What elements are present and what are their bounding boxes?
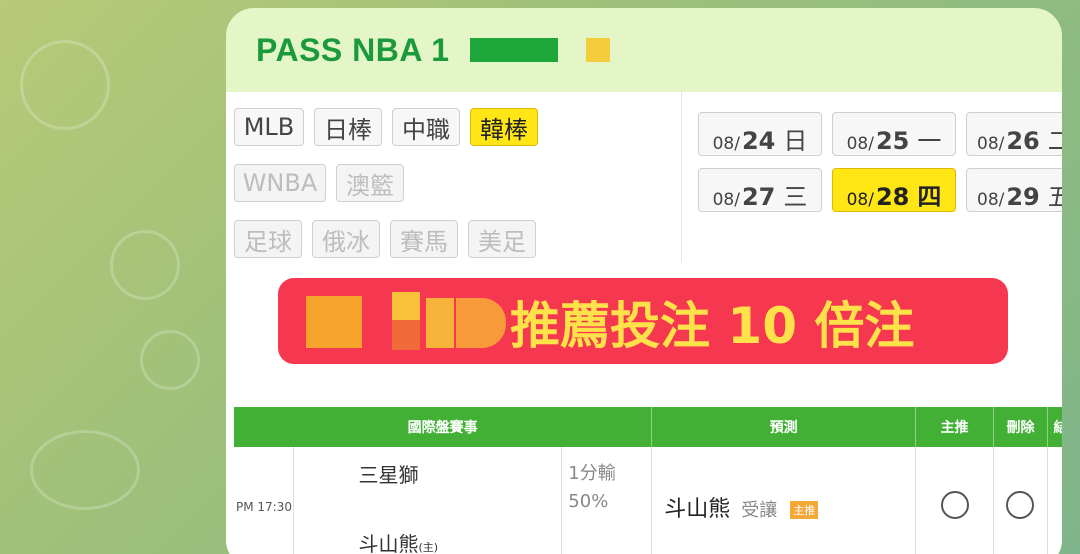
top-pick-radio[interactable] [940, 491, 969, 519]
background-doodle [20, 40, 110, 130]
home-team-cell: 斗山熊(主) [358, 528, 561, 554]
redaction-block [456, 298, 506, 348]
col-header-result: 結 [1047, 407, 1062, 447]
redaction-block [392, 292, 420, 320]
sender-name[interactable]: PASS NBA 1 [256, 32, 449, 69]
line-percent: 50% [568, 491, 609, 512]
col-header-top-pick: 主推 [915, 407, 994, 447]
date-month: 08/ [977, 190, 1005, 210]
date-button-0826[interactable]: 08/26 二 [966, 112, 1062, 156]
message-bubble[interactable]: PASS NBA 1 MLB 日棒 中職 韓棒 WNBA 澳籃 足球 俄冰 賽馬… [226, 8, 1062, 554]
sport-tab-aus-basketball[interactable]: 澳籃 [336, 164, 404, 202]
date-day: 29 [1006, 183, 1040, 211]
sport-tab-wnba[interactable]: WNBA [234, 164, 326, 202]
redaction-block [426, 298, 454, 348]
pick-team: 斗山熊 [664, 497, 731, 522]
banner-text: 推薦投注 10 倍注 [510, 297, 915, 355]
filter-divider [681, 92, 682, 262]
screenshot-image[interactable]: MLB 日棒 中職 韓棒 WNBA 澳籃 足球 俄冰 賽馬 美足 08/24 日 … [226, 92, 1062, 554]
sport-tab-npb[interactable]: 日棒 [314, 108, 382, 146]
date-day: 27 [741, 183, 776, 211]
col-header-match: 國際盤賽事 [234, 407, 653, 447]
background-doodle [110, 230, 180, 300]
home-team: 斗山熊 [358, 532, 419, 554]
sport-tab-horse-racing[interactable]: 賽馬 [390, 220, 458, 258]
date-weekday: 五 [1048, 177, 1062, 211]
redaction-block [306, 296, 362, 348]
date-month: 08/ [712, 134, 740, 154]
top-pick-badge: 主推 [790, 501, 819, 519]
prediction-cell: 斗山熊 受讓 主推 [651, 447, 917, 554]
sport-tab-soccer[interactable]: 足球 [234, 220, 302, 258]
date-button-0824[interactable]: 08/24 日 [698, 112, 822, 156]
table-row: PM 17:30 三星獅 斗山熊(主) 1分輸 50% 斗山熊 受讓 主推 [234, 447, 1062, 554]
date-weekday: 四 [917, 183, 942, 211]
col-header-prediction: 預測 [651, 407, 917, 447]
delete-cell [993, 447, 1048, 554]
date-button-0825[interactable]: 08/25 一 [832, 112, 956, 156]
date-button-0829[interactable]: 08/29 五 [966, 168, 1062, 212]
sport-tab-kbo[interactable]: 韓棒 [470, 108, 538, 146]
date-weekday: 三 [783, 183, 808, 211]
date-day: 28 [875, 183, 910, 211]
redaction-block [586, 38, 610, 62]
date-month: 08/ [712, 190, 740, 210]
game-teams: 三星獅 斗山熊(主) [293, 447, 563, 554]
sport-tab-cpbl[interactable]: 中職 [392, 108, 460, 146]
sport-tab-mlb[interactable]: MLB [234, 108, 304, 146]
table-header-row: 國際盤賽事 預測 主推 刪除 結 [234, 407, 1062, 447]
date-weekday: 日 [783, 127, 808, 155]
games-table: 國際盤賽事 預測 主推 刪除 結 PM 17:30 三星獅 斗山熊(主) 1分輸 [234, 407, 1062, 554]
sport-tab-russian-hockey[interactable]: 俄冰 [312, 220, 380, 258]
away-team: 三星獅 [358, 463, 419, 487]
date-day: 26 [1006, 127, 1040, 155]
delete-radio[interactable] [1006, 491, 1035, 519]
date-day: 25 [875, 127, 910, 155]
pick-type: 受讓 [741, 500, 778, 521]
home-marker: (主) [418, 541, 439, 554]
date-button-0827[interactable]: 08/27 三 [698, 168, 822, 212]
date-month: 08/ [846, 190, 874, 210]
background-doodle [30, 430, 140, 510]
col-header-delete: 刪除 [993, 407, 1048, 447]
redaction-block [470, 38, 558, 62]
date-weekday: 二 [1048, 121, 1062, 155]
game-line: 1分輸 50% [561, 447, 653, 554]
background-doodle [140, 330, 200, 390]
result-cell [1047, 447, 1062, 554]
redaction-block [392, 320, 420, 350]
date-day: 24 [741, 127, 776, 155]
date-month: 08/ [846, 134, 874, 154]
top-pick-cell [915, 447, 994, 554]
line-value: 1分輸 [568, 463, 616, 484]
date-weekday: 一 [917, 127, 942, 155]
date-month: 08/ [977, 134, 1005, 154]
sport-tab-american-football[interactable]: 美足 [468, 220, 536, 258]
date-button-0828[interactable]: 08/28 四 [832, 168, 956, 212]
game-time: PM 17:30 [234, 447, 295, 554]
promo-banner: 推薦投注 10 倍注 [278, 278, 1008, 364]
